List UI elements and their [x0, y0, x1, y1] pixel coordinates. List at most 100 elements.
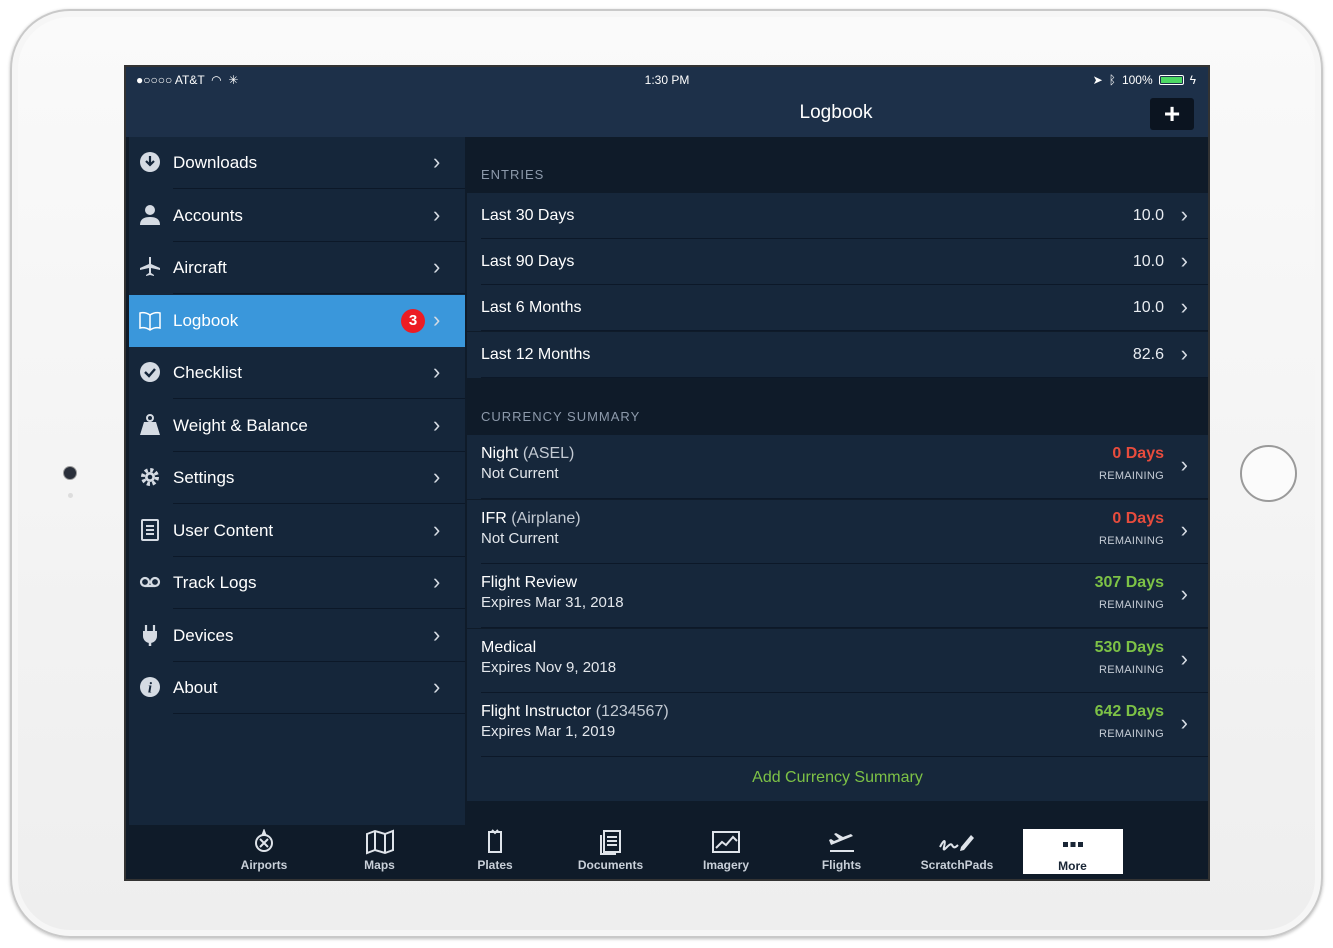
chevron-right-icon: › — [1180, 710, 1188, 736]
sidebar-item-label: Devices — [173, 625, 234, 645]
add-currency-summary-link[interactable]: Add Currency Summary — [467, 769, 1208, 787]
currency-name: Medical — [481, 638, 537, 656]
plug-icon — [139, 624, 161, 646]
flights-icon — [792, 829, 892, 855]
entry-row[interactable]: Last 6 Months 10.0 › — [467, 285, 1208, 332]
remaining-label: REMAINING — [1098, 728, 1164, 741]
sidebar-item-accounts[interactable]: Accounts › — [129, 190, 465, 242]
chevron-right-icon: › — [1180, 248, 1188, 274]
sidebar-item-settings[interactable]: Settings › — [129, 452, 465, 504]
days-remaining: 530 Days — [1094, 638, 1164, 656]
tab-more[interactable]: More — [1022, 829, 1123, 874]
tab-label: Airports — [240, 858, 288, 872]
currency-status: Not Current — [481, 465, 559, 482]
tab-label: Maps — [364, 858, 395, 872]
days-remaining: 642 Days — [1094, 703, 1164, 721]
info-icon: i — [139, 676, 161, 698]
sidebar-item-track-logs[interactable]: Track Logs › — [129, 557, 465, 609]
tab-plates[interactable]: Plates — [445, 825, 545, 879]
entry-label: Last 90 Days — [481, 253, 575, 271]
chevron-right-icon: › — [433, 464, 441, 489]
sensor-dot — [68, 493, 73, 498]
add-currency-row: Add Currency Summary — [467, 757, 1208, 801]
bluetooth-icon: ᛒ — [1108, 73, 1116, 87]
currency-name: Night (ASEL) — [481, 445, 575, 462]
map-icon — [330, 829, 430, 855]
entry-row[interactable]: Last 30 Days 10.0 › — [467, 193, 1208, 239]
sidebar-item-label: Track Logs — [173, 573, 257, 592]
sidebar-item-label: Aircraft — [173, 258, 227, 277]
currency-name: Flight Instructor (1234567) — [481, 703, 669, 721]
page-title: Logbook — [799, 102, 873, 123]
sidebar-item-label: Accounts — [173, 205, 243, 225]
sidebar-item-about[interactable]: i About › — [129, 662, 465, 714]
sidebar-item-logbook[interactable]: Logbook 3 › — [129, 294, 465, 347]
sidebar-item-label: User Content — [173, 520, 274, 540]
entry-label: Last 30 Days — [481, 207, 575, 224]
chevron-right-icon: › — [1180, 452, 1188, 477]
entries-header: ENTRIES — [481, 167, 545, 182]
book-icon — [139, 309, 161, 331]
home-button[interactable] — [1240, 445, 1297, 502]
remaining-label: REMAINING — [1098, 599, 1164, 612]
sidebar-item-label: Checklist — [173, 363, 242, 382]
sidebar-item-user-content[interactable]: User Content › — [129, 505, 465, 557]
sidebar-item-downloads[interactable]: Downloads › — [129, 137, 465, 189]
currency-name: Flight Review — [481, 574, 578, 592]
currency-row[interactable]: Flight Review Expires Mar 31, 2018 307 Da… — [467, 564, 1208, 629]
entry-row[interactable]: Last 12 Months 82.6 › — [467, 331, 1208, 378]
entry-label: Last 12 Months — [481, 345, 591, 363]
tracklog-icon — [139, 571, 161, 593]
divider — [173, 713, 465, 714]
tab-airports[interactable]: Airports — [214, 825, 314, 879]
location-icon: ➤ — [1092, 73, 1103, 87]
currency-header: CURRENCY SUMMARY — [481, 409, 641, 424]
document-icon — [139, 518, 161, 541]
chevron-right-icon: › — [433, 569, 441, 594]
airport-icon — [214, 828, 314, 855]
chevron-right-icon: › — [433, 516, 441, 542]
sidebar-item-aircraft[interactable]: Aircraft › — [129, 242, 465, 294]
more-icon — [1023, 833, 1123, 859]
check-circle-icon — [139, 361, 161, 383]
sidebar-item-devices[interactable]: Devices › — [129, 610, 465, 662]
sidebar-item-label: About — [173, 678, 218, 697]
top-bar: ●○○○○ AT&T ◠ ✳ 1:30 PM ➤ ᛒ 100% ϟ Logboo… — [126, 67, 1208, 137]
tab-label: Imagery — [702, 858, 750, 872]
divider — [481, 376, 1208, 378]
currency-row[interactable]: Night (ASEL) Not Current 0 Days REMAINING › — [467, 435, 1208, 499]
currency-status: Expires Mar 31, 2018 — [481, 594, 624, 612]
sidebar-item-weight-balance[interactable]: Weight & Balance › — [129, 400, 465, 452]
currency-status: Not Current — [481, 529, 559, 547]
add-entry-button[interactable]: + — [1150, 98, 1194, 130]
entry-value: 10.0 — [1132, 253, 1164, 271]
chevron-right-icon: › — [1180, 340, 1188, 366]
tab-maps[interactable]: Maps — [330, 825, 430, 879]
tab-flights[interactable]: Flights — [792, 825, 892, 879]
currency-row[interactable]: Flight Instructor (1234567) Expires Mar 1… — [467, 693, 1208, 758]
currency-status: Expires Nov 9, 2018 — [481, 658, 617, 676]
screen: ●○○○○ AT&T ◠ ✳ 1:30 PM ➤ ᛒ 100% ϟ Logboo… — [124, 65, 1210, 881]
chevron-right-icon: › — [1180, 581, 1188, 607]
battery-percent: 100% — [1121, 73, 1153, 87]
chevron-right-icon: › — [1180, 202, 1188, 227]
camera-icon — [63, 466, 77, 480]
entry-row[interactable]: Last 90 Days 10.0 › — [467, 239, 1208, 286]
gear-icon — [139, 466, 161, 488]
airplane-icon — [139, 256, 161, 278]
days-remaining: 307 Days — [1094, 574, 1164, 592]
currency-status: Expires Mar 1, 2019 — [481, 723, 616, 741]
chevron-right-icon: › — [433, 254, 441, 279]
logbook-content: ENTRIES Last 30 Days 10.0 › Last 90 Days 10.… — [467, 137, 1208, 825]
currency-name: IFR (Airplane) — [481, 509, 581, 527]
tab-imagery[interactable]: Imagery — [676, 825, 776, 879]
tab-scratchpads[interactable]: ScratchPads — [907, 825, 1007, 879]
weight-icon — [139, 413, 161, 436]
currency-row[interactable]: IFR (Airplane) Not Current 0 Days REMAINING… — [467, 499, 1208, 564]
tab-documents[interactable]: Documents — [561, 825, 661, 879]
tab-label: ScratchPads — [920, 858, 994, 872]
entry-value: 82.6 — [1132, 345, 1164, 363]
chevron-right-icon: › — [1180, 294, 1188, 320]
sidebar-item-checklist[interactable]: Checklist › — [129, 347, 465, 399]
currency-row[interactable]: Medical Expires Nov 9, 2018 530 Days REMAI… — [467, 628, 1208, 693]
